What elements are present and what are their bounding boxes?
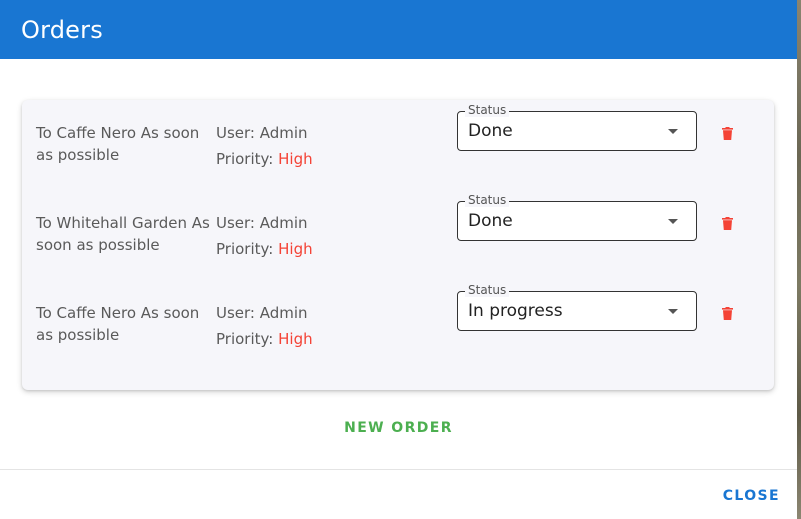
priority-label: Priority: <box>216 330 279 348</box>
dialog-title: Orders <box>21 15 103 44</box>
status-value: Done <box>468 211 513 231</box>
delete-order-button[interactable] <box>716 212 738 234</box>
background-map-edge <box>797 0 801 519</box>
delete-order-button[interactable] <box>716 122 738 144</box>
order-description: To Caffe Nero As soon as possible <box>36 124 200 164</box>
status-label: Status <box>465 193 510 207</box>
order-description: To Whitehall Garden As soon as possible <box>36 214 210 254</box>
priority-value: High <box>278 240 313 258</box>
chevron-down-icon <box>668 309 678 314</box>
trash-icon <box>721 126 733 140</box>
dialog-body: To Caffe Nero As soon as possible User: … <box>0 59 797 469</box>
trash-icon <box>721 306 733 320</box>
status-select[interactable]: Status Done <box>457 193 697 241</box>
order-user: User: Admin <box>216 214 308 232</box>
order-row: To Caffe Nero As soon as possible User: … <box>22 280 774 370</box>
status-select[interactable]: Status In progress <box>457 283 697 331</box>
new-order-button[interactable]: NEW ORDER <box>0 420 797 436</box>
priority-label: Priority: <box>216 240 279 258</box>
chevron-down-icon <box>668 219 678 224</box>
order-priority: Priority: High <box>216 148 313 170</box>
status-value: Done <box>468 121 513 141</box>
status-select[interactable]: Status Done <box>457 103 697 151</box>
priority-value: High <box>278 150 313 168</box>
dialog-actions-divider <box>0 469 797 470</box>
dialog-header: Orders <box>0 0 797 59</box>
priority-value: High <box>278 330 313 348</box>
orders-list: To Caffe Nero As soon as possible User: … <box>22 100 774 390</box>
order-priority: Priority: High <box>216 238 313 260</box>
order-row: To Whitehall Garden As soon as possible … <box>22 190 774 280</box>
trash-icon <box>721 216 733 230</box>
status-label: Status <box>465 283 510 297</box>
order-user: User: Admin <box>216 124 308 142</box>
status-value: In progress <box>468 301 563 321</box>
close-button[interactable]: CLOSE <box>723 488 780 504</box>
delete-order-button[interactable] <box>716 302 738 324</box>
order-user: User: Admin <box>216 304 308 322</box>
chevron-down-icon <box>668 129 678 134</box>
order-priority: Priority: High <box>216 328 313 350</box>
order-row: To Caffe Nero As soon as possible User: … <box>22 100 774 190</box>
orders-dialog: Orders To Caffe Nero As soon as possible… <box>0 0 797 519</box>
priority-label: Priority: <box>216 150 279 168</box>
status-label: Status <box>465 103 510 117</box>
order-description: To Caffe Nero As soon as possible <box>36 304 200 344</box>
